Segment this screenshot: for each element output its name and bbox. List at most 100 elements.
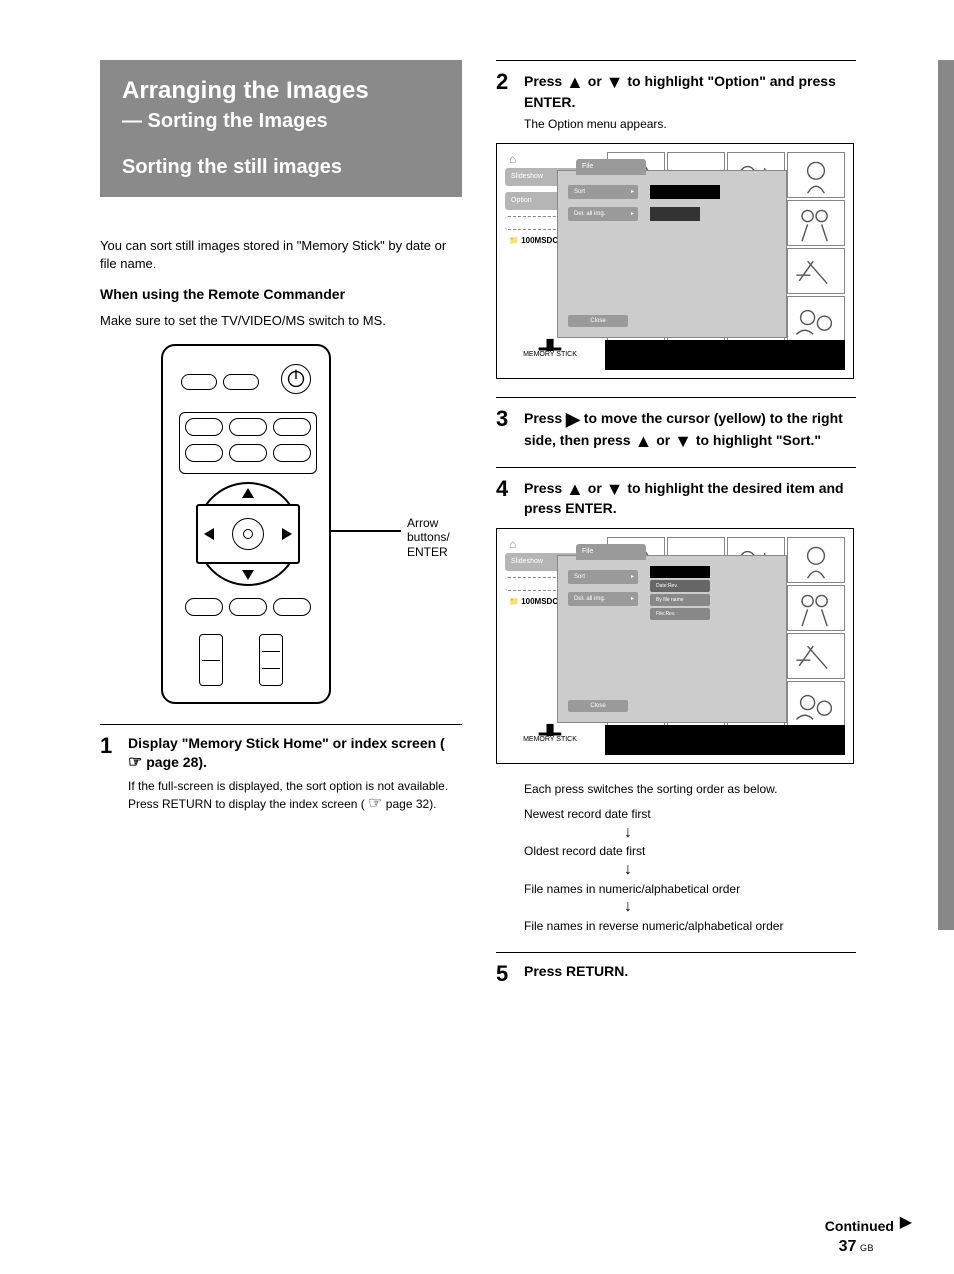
popup-value [650,207,700,221]
arrow-up-icon: ▲ [566,479,584,499]
remote-button [185,598,223,616]
intro-paragraph-1: You can sort still images stored in "Mem… [100,237,462,272]
step-number: 1 [100,735,118,773]
arrow-up-icon [242,488,254,498]
step-3-text-a: Press [524,410,566,426]
remote-button [229,444,267,462]
section-title: Arranging the Images [122,78,440,104]
step-3-text-c: or [656,432,674,448]
continued-label: Continued [825,1218,894,1234]
page-number: 37 GB [839,1238,874,1256]
dpad-enter [232,518,264,550]
section-heading-box: Arranging the Images — Sorting the Image… [100,60,462,197]
leader-line [331,530,401,532]
order-intro: Each press switches the sorting order as… [524,782,856,798]
arrow-down-icon: ▼ [674,431,692,451]
order-item-2: Oldest record date first [524,840,856,863]
step-1: 1 Display "Memory Stick Home" or index s… [100,735,462,773]
popup-tag: File [576,544,646,560]
memory-stick-logo: ▂█▂ MEMORY STICK [515,725,585,743]
popup-row-delete: Del. all img.▸ [568,592,638,606]
popup-row-sort: Sort▸ [568,185,638,199]
side-tab [938,60,954,930]
remote-body [161,344,331,704]
step-1-text-a: Display "Memory Stick Home" or index scr… [128,735,445,751]
tv-bottom-bar [605,725,845,755]
arrow-up-icon: ▲ [634,431,652,451]
arrow-down-icon: ↓ [624,863,856,877]
popup-tag: File [576,159,646,175]
remote-button [185,444,223,462]
remote-rocker [199,634,223,686]
popup-opt-1 [650,566,710,578]
tv-screenshot-1: ⌂ Slideshow Option 📁 100MSDCF ▂█▂ MEMORY… [496,143,854,379]
remote-rocker [259,634,283,686]
remote-button [223,374,259,390]
step-2-text: Press ▲ or ▼ to highlight "Option" and p… [524,71,856,111]
step-2-text-a: Press [524,73,566,89]
arrow-down-icon: ↓ [624,900,856,914]
remote-button [185,418,223,436]
step-1-pageref-1: page 28 [146,754,198,770]
popup-opt-3: By file name [650,594,710,606]
divider [100,724,462,725]
left-column: Arranging the Images — Sorting the Image… [100,60,462,821]
step-number: 3 [496,408,514,453]
remote-button [229,418,267,436]
step-3-text: Press ▶ to move the cursor (yellow) to t… [524,408,856,453]
continued-arrow-icon: ▶ [900,1212,912,1232]
tv-bottom-bar [605,340,845,370]
step-5: 5 Press RETURN. [496,963,856,985]
section-heading: Sorting the still images [122,155,440,179]
memory-stick-logo: ▂█▂ MEMORY STICK [515,340,585,358]
memory-stick-label: MEMORY STICK [515,736,585,743]
dpad [196,482,300,586]
page-number-value: 37 [839,1238,857,1255]
step-1-sub: If the full-screen is displayed, the sor… [128,779,462,815]
step-3-text-d: to highlight "Sort." [696,432,821,448]
remote-illustration: Arrow buttons/ ENTER [161,344,401,704]
arrow-right-icon: ▶ [566,409,580,429]
popup-row-delete: Del. all img.▸ [568,207,638,221]
hand-pointer-icon: ☞ [368,794,382,815]
popup-opt-2: Date:Rev. [650,580,710,592]
tv-popup-menu: File Sort▸ Del. all img.▸ Close [557,170,787,338]
step-2-text-b: or [588,73,606,89]
remote-label: Arrow buttons/ ENTER [407,516,450,559]
remote-button [273,444,311,462]
tv-popup-menu: File Sort▸ Date:Rev. By file name File:R… [557,555,787,723]
step-number: 4 [496,478,514,518]
divider [496,397,856,398]
step-4: 4 Press ▲ or ▼ to highlight the desired … [496,478,856,518]
remote-button [273,418,311,436]
memory-stick-label: MEMORY STICK [515,351,585,358]
step-1-sub-b: ). [429,797,436,811]
popup-opt-4: File:Rev. [650,608,710,620]
divider [496,952,856,953]
arrow-up-icon: ▲ [566,72,584,92]
divider [496,467,856,468]
arrow-down-icon [242,570,254,580]
step-1-text-b: ). [198,754,207,770]
arrow-left-icon [204,528,214,540]
order-item-4: File names in reverse numeric/alphabetic… [524,915,856,938]
step-4-text-a: Press [524,480,566,496]
divider [496,60,856,61]
power-button [281,364,311,394]
arrow-down-icon: ↓ [624,826,856,840]
popup-row-sort: Sort▸ [568,570,638,584]
remote-button [273,598,311,616]
intro-paragraph-2: Make sure to set the TV/VIDEO/MS switch … [100,312,462,330]
arrow-down-icon: ▼ [606,479,624,499]
page-number-suffix: GB [860,1243,874,1253]
remote-button [181,374,217,390]
section-subtitle: — Sorting the Images [122,110,440,133]
step-number: 2 [496,71,514,111]
order-item-1: Newest record date first [524,803,856,826]
step-2-sub: The Option menu appears. [524,117,856,133]
step-3: 3 Press ▶ to move the cursor (yellow) to… [496,408,856,453]
arrow-right-icon [282,528,292,540]
right-column: 2 Press ▲ or ▼ to highlight "Option" and… [496,60,856,991]
remote-button [229,598,267,616]
order-item-3: File names in numeric/alphabetical order [524,878,856,901]
